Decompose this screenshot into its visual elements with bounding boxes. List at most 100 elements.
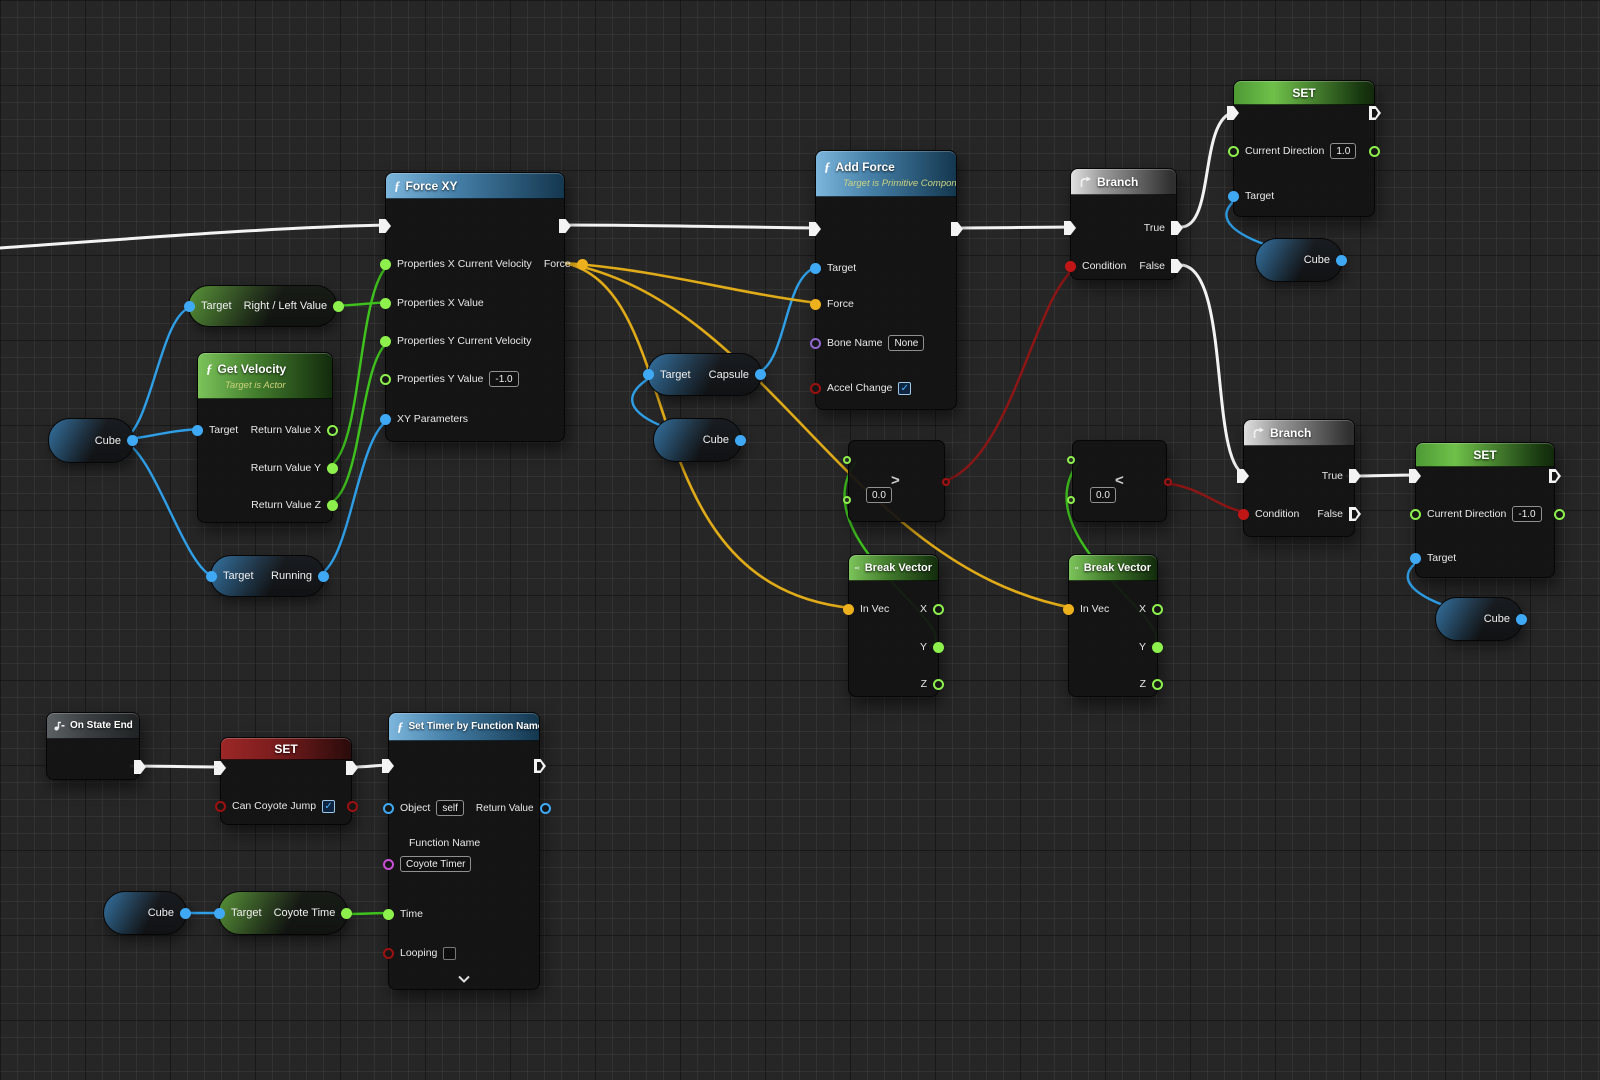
float-pin[interactable] [380,298,391,309]
exec-in-pin[interactable] [1064,221,1076,235]
wire-returny-to-xcurrentvelocity[interactable] [327,263,392,467]
exec-out-pin[interactable] [134,760,146,774]
exec-false-pin[interactable] [1171,259,1183,273]
float-pin-a[interactable] [843,456,851,464]
wire-cube-to-rightleft-target[interactable] [122,307,192,440]
name-pin[interactable] [810,338,821,349]
value-input[interactable]: 1.0 [1330,143,1356,159]
vector-pin[interactable] [843,604,854,615]
exec-out-pin[interactable] [346,761,358,775]
node-on-state-end[interactable]: On State End [46,712,140,780]
float-pin[interactable] [380,374,391,385]
value-input[interactable]: Coyote Timer [400,856,471,872]
node-branch-1[interactable]: Branch True Condition False [1070,168,1177,280]
exec-out-pin[interactable] [534,759,546,773]
wire-greater-to-branch1-condition[interactable] [939,266,1078,483]
wire-less-to-branch2-condition[interactable] [1162,483,1249,513]
float-pin[interactable] [1228,146,1239,157]
pill-capsule[interactable]: Target Capsule [647,353,762,396]
bool-out-pin[interactable] [1164,478,1172,486]
can-coyote-jump-checkbox[interactable]: ✓ [322,800,335,813]
object-pin[interactable] [214,908,225,919]
pill-cube-bottom-right[interactable]: Cube [1435,597,1523,641]
wire-exec-forcexy-to-addforce[interactable] [561,225,816,228]
value-input[interactable]: -1.0 [1512,506,1541,522]
pill-cube-mid[interactable]: Cube [653,418,742,462]
exec-in-pin[interactable] [379,219,391,233]
wire-exec-branch1-false-to-branch2[interactable] [1181,265,1247,475]
object-out-pin[interactable] [755,369,766,380]
node-add-force[interactable]: ƒ Add Force Target is Primitive Componen… [815,150,957,410]
object-out-pin[interactable] [1516,614,1527,625]
exec-in-pin[interactable] [809,222,821,236]
object-out-pin[interactable] [1336,255,1347,266]
object-out-pin[interactable] [127,435,138,446]
exec-true-pin[interactable] [1171,221,1183,235]
exec-out-pin[interactable] [1549,469,1561,483]
value-input[interactable]: -1.0 [489,371,518,387]
wire-exec-entry-to-forcexy[interactable] [0,225,389,248]
value-input[interactable]: None [888,335,924,351]
exec-in-pin[interactable] [382,759,394,773]
exec-in-pin[interactable] [1409,469,1421,483]
value-input[interactable]: 0.0 [866,487,892,503]
float-out-pin[interactable] [1152,679,1163,690]
exec-in-pin[interactable] [214,761,226,775]
bool-out-pin[interactable] [347,801,358,812]
node-set-timer-by-function-name[interactable]: ƒ Set Timer by Function Name Object self… [388,712,540,990]
object-pin[interactable] [1410,553,1421,564]
pill-right-left-value[interactable]: Target Right / Left Value [188,285,337,327]
float-pin[interactable] [1410,509,1421,520]
bool-pin[interactable] [810,383,821,394]
node-force-xy[interactable]: ƒ Force XY Properties X Current Velocity… [385,172,565,442]
node-set-can-coyote-jump[interactable]: SET Can Coyote Jump ✓ [220,737,352,825]
float-out-pin[interactable] [327,500,338,511]
node-break-vector-2[interactable]: Break Vector In Vec X Y Z [1068,554,1158,697]
accel-change-checkbox[interactable]: ✓ [898,382,911,395]
object-pin[interactable] [380,414,391,425]
bool-out-pin[interactable] [942,478,950,486]
exec-in-pin[interactable] [1227,106,1239,120]
vector-pin[interactable] [1063,604,1074,615]
object-out-pin[interactable] [318,571,329,582]
vector-pin[interactable] [810,299,821,310]
float-pin-a[interactable] [1067,456,1075,464]
float-out-pin[interactable] [1554,509,1565,520]
vector-pin[interactable] [577,259,588,270]
pill-running[interactable]: Target Running [210,555,325,597]
float-pin-b[interactable] [843,496,851,504]
node-compare-less[interactable]: 0.0 < [1072,440,1167,522]
bool-pin[interactable] [215,801,226,812]
pill-cube-bottom-left[interactable]: Cube [103,891,187,935]
float-out-pin[interactable] [333,301,344,312]
exec-out-pin[interactable] [1369,106,1381,120]
node-set-current-direction-pos[interactable]: SET Current Direction 1.0 Target [1233,80,1375,217]
pill-cube-top-right[interactable]: Cube [1255,238,1343,282]
float-pin[interactable] [383,909,394,920]
exec-false-pin[interactable] [1349,507,1361,521]
name-pin[interactable] [383,859,394,870]
node-compare-greater[interactable]: 0.0 > [848,440,945,522]
condition-pin[interactable] [1065,261,1076,272]
float-pin[interactable] [380,259,391,270]
float-pin-b[interactable] [1067,496,1075,504]
value-input[interactable]: self [436,800,464,816]
wire-capsule-to-addforce-target[interactable] [754,267,817,374]
exec-out-pin[interactable] [559,219,571,233]
condition-pin[interactable] [1238,509,1249,520]
node-get-velocity[interactable]: ƒ Get Velocity Target is Actor Target Re… [197,352,333,523]
object-pin[interactable] [643,369,654,380]
object-pin[interactable] [1228,191,1239,202]
pill-coyote-time[interactable]: Target Coyote Time [218,891,348,935]
object-out-pin[interactable] [180,908,191,919]
looping-checkbox[interactable]: ✓ [443,947,456,960]
node-branch-2[interactable]: Branch True Condition False [1243,419,1355,537]
bool-pin[interactable] [383,948,394,959]
blueprint-graph-canvas[interactable]: ƒ Force XY Properties X Current Velocity… [0,0,1600,1080]
float-out-pin[interactable] [327,463,338,474]
node-break-vector-1[interactable]: Break Vector In Vec X Y Z [848,554,939,697]
object-pin[interactable] [383,803,394,814]
exec-true-pin[interactable] [1349,469,1361,483]
expand-row[interactable] [389,975,539,983]
pill-cube-left[interactable]: Cube [48,418,134,463]
